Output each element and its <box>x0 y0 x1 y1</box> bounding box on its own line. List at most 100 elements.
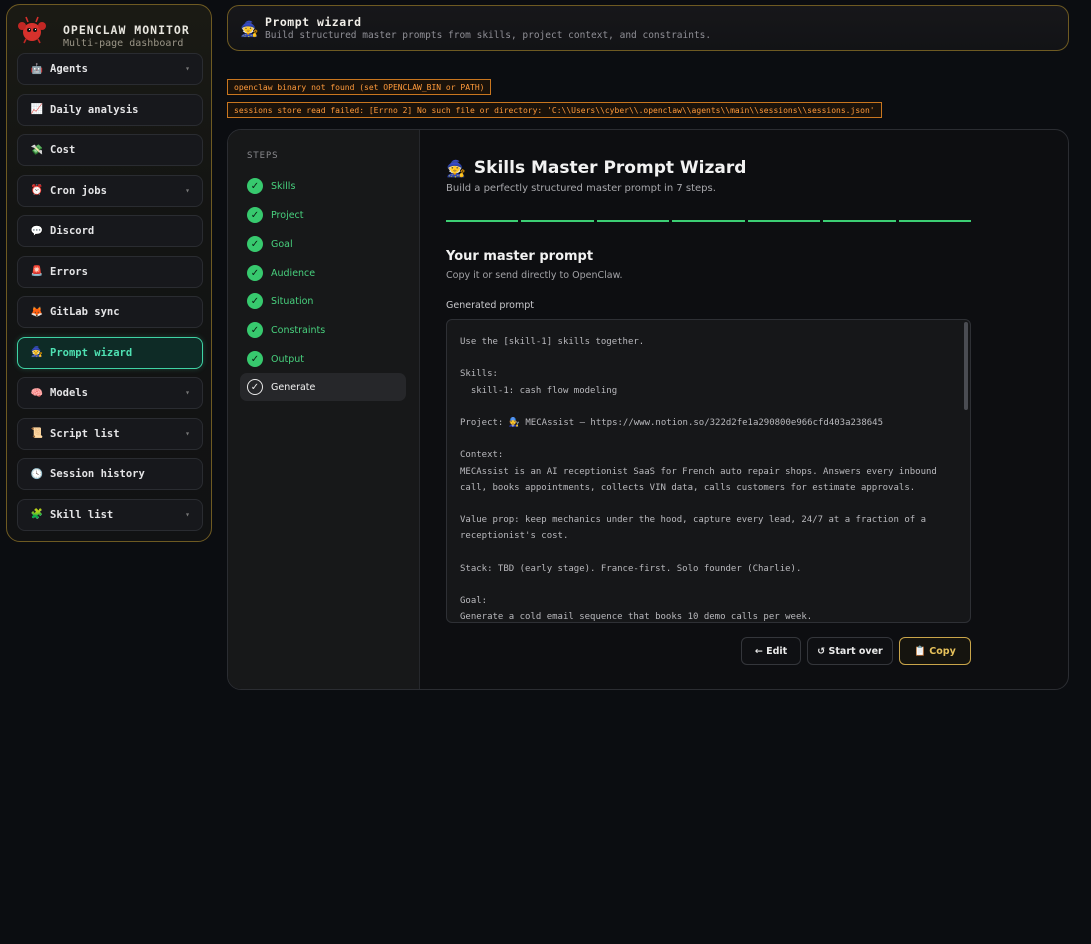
step-constraints[interactable]: ✓ Constraints <box>240 316 406 344</box>
step-label: Audience <box>271 267 316 279</box>
page-subtitle: Build structured master prompts from ski… <box>265 30 712 41</box>
generated-prompt-textarea[interactable]: Use the [skill-1] skills together. Skill… <box>446 319 971 623</box>
wizard-content: 🧙 Skills Master Prompt Wizard Build a pe… <box>446 130 1046 689</box>
progress-segment <box>823 220 896 222</box>
step-audience[interactable]: ✓ Audience <box>240 259 406 287</box>
check-icon: ✓ <box>247 207 263 223</box>
sidebar-item-script-list[interactable]: 📜 Script list ▾ <box>17 417 203 450</box>
check-icon: ✓ <box>247 351 263 367</box>
progress-segment <box>521 220 594 222</box>
chevron-down-icon[interactable]: ▾ <box>185 64 190 73</box>
step-label: Constraints <box>271 324 326 336</box>
siren-icon: 🚨 <box>30 266 44 277</box>
step-generate[interactable]: ✓ Generate <box>240 373 406 401</box>
step-label: Goal <box>271 238 293 250</box>
generated-prompt-text: Use the [skill-1] skills together. Skill… <box>460 337 937 623</box>
progress-segment <box>747 220 821 222</box>
sidebar-item-label: Discord <box>50 225 95 237</box>
chart-icon: 📈 <box>30 104 44 115</box>
sidebar-item-label: Daily analysis <box>50 103 139 116</box>
progress-segment <box>898 220 971 222</box>
chevron-down-icon[interactable]: ▾ <box>185 186 190 195</box>
brand: OPENCLAW MONITOR Multi-page dashboard <box>17 15 207 49</box>
step-skills[interactable]: ✓ Skills <box>240 172 406 200</box>
section-title: Your master prompt <box>446 249 594 264</box>
check-icon: ✓ <box>247 265 263 281</box>
sidebar-item-cost[interactable]: 💸 Cost <box>17 134 203 166</box>
sidebar-item-errors[interactable]: 🚨 Errors <box>17 255 203 288</box>
sidebar-item-label: Session history <box>50 468 145 480</box>
sidebar-item-prompt-wizard[interactable]: 🧙 Prompt wizard <box>17 336 203 369</box>
sidebar-item-gitlab-sync[interactable]: 🦊 GitLab sync <box>17 296 203 328</box>
steps-title: STEPS <box>247 151 279 161</box>
sidebar-item-label: GitLab sync <box>50 306 120 318</box>
sidebar-item-discord[interactable]: 💬 Discord <box>17 215 203 247</box>
check-icon: ✓ <box>247 236 263 252</box>
wizard-icon: 🧙 <box>30 347 44 358</box>
generated-prompt-label: Generated prompt <box>446 300 534 311</box>
check-icon: ✓ <box>247 293 263 309</box>
step-situation[interactable]: ✓ Situation <box>240 287 406 315</box>
robot-icon: 🤖 <box>30 63 44 75</box>
alarm-clock-icon: ⏰ <box>30 185 44 196</box>
sidebar-nav: 🤖 Agents ▾ 📈 Daily analysis 💸 Cost ⏰ Cro… <box>17 53 203 539</box>
sidebar-item-label: Cron jobs <box>50 184 107 197</box>
step-goal[interactable]: ✓ Goal <box>240 230 406 258</box>
error-alert-sessions: sessions store read failed: [Errno 2] No… <box>227 102 882 118</box>
sidebar-item-label: Models <box>50 387 88 399</box>
sidebar-item-label: Prompt wizard <box>50 346 133 359</box>
steps-sidebar: STEPS ✓ Skills ✓ Project ✓ Goal ✓ Audien… <box>228 130 420 689</box>
check-icon: ✓ <box>247 379 263 395</box>
speech-bubble-icon: 💬 <box>30 225 44 237</box>
scroll-icon: 📜 <box>30 428 44 439</box>
scrollbar-thumb[interactable] <box>964 322 968 410</box>
sidebar-item-label: Agents <box>50 63 88 75</box>
wizard-panel: STEPS ✓ Skills ✓ Project ✓ Goal ✓ Audien… <box>227 129 1069 690</box>
page-header: 🧙 Prompt wizard Build structured master … <box>227 5 1069 51</box>
brand-subtitle: Multi-page dashboard <box>63 38 184 49</box>
sidebar-item-session-history[interactable]: 🕓 Session history <box>17 458 203 490</box>
step-label: Situation <box>271 295 314 307</box>
fox-icon: 🦊 <box>30 306 44 318</box>
copy-button[interactable]: 📋 Copy <box>899 637 971 665</box>
sidebar: OPENCLAW MONITOR Multi-page dashboard 🤖 … <box>6 4 212 542</box>
puzzle-icon: 🧩 <box>30 509 44 520</box>
lobster-logo-icon <box>18 16 46 44</box>
money-icon: 💸 <box>30 144 44 156</box>
wizard-title: 🧙 Skills Master Prompt Wizard <box>446 158 746 178</box>
chevron-down-icon[interactable]: ▾ <box>185 429 190 438</box>
step-project[interactable]: ✓ Project <box>240 201 406 229</box>
step-label: Skills <box>271 180 296 192</box>
progress-segment <box>596 220 670 222</box>
brand-title: OPENCLAW MONITOR <box>63 23 190 37</box>
edit-button[interactable]: ← Edit <box>741 637 801 665</box>
sidebar-item-skill-list[interactable]: 🧩 Skill list ▾ <box>17 498 203 531</box>
sidebar-item-cron-jobs[interactable]: ⏰ Cron jobs ▾ <box>17 174 203 207</box>
progress-segment <box>672 220 745 222</box>
sidebar-item-agents[interactable]: 🤖 Agents ▾ <box>17 53 203 85</box>
clock-icon: 🕓 <box>30 468 44 480</box>
sidebar-item-label: Script list <box>50 427 120 440</box>
wizard-title-text: Skills Master Prompt Wizard <box>473 158 747 178</box>
start-over-button[interactable]: ↺ Start over <box>807 637 893 665</box>
wizard-icon: 🧙 <box>446 158 466 178</box>
step-label: Output <box>271 353 304 365</box>
page-title: Prompt wizard <box>265 15 362 29</box>
check-icon: ✓ <box>247 322 263 338</box>
step-output[interactable]: ✓ Output <box>240 345 406 373</box>
step-progress-bar <box>446 220 971 222</box>
sidebar-item-label: Errors <box>50 265 88 278</box>
sidebar-item-daily-analysis[interactable]: 📈 Daily analysis <box>17 93 203 126</box>
step-label: Generate <box>271 381 316 393</box>
chevron-down-icon[interactable]: ▾ <box>185 510 190 519</box>
brain-icon: 🧠 <box>30 387 44 399</box>
check-icon: ✓ <box>247 178 263 194</box>
error-alert-binary: openclaw binary not found (set OPENCLAW_… <box>227 79 492 95</box>
sidebar-item-label: Skill list <box>50 508 114 521</box>
step-label: Project <box>271 209 304 221</box>
chevron-down-icon[interactable]: ▾ <box>185 388 190 397</box>
section-subtitle: Copy it or send directly to OpenClaw. <box>446 270 623 281</box>
sidebar-item-models[interactable]: 🧠 Models ▾ <box>17 377 203 409</box>
wizard-subtitle: Build a perfectly structured master prom… <box>446 183 716 194</box>
wizard-icon: 🧙 <box>240 20 259 38</box>
